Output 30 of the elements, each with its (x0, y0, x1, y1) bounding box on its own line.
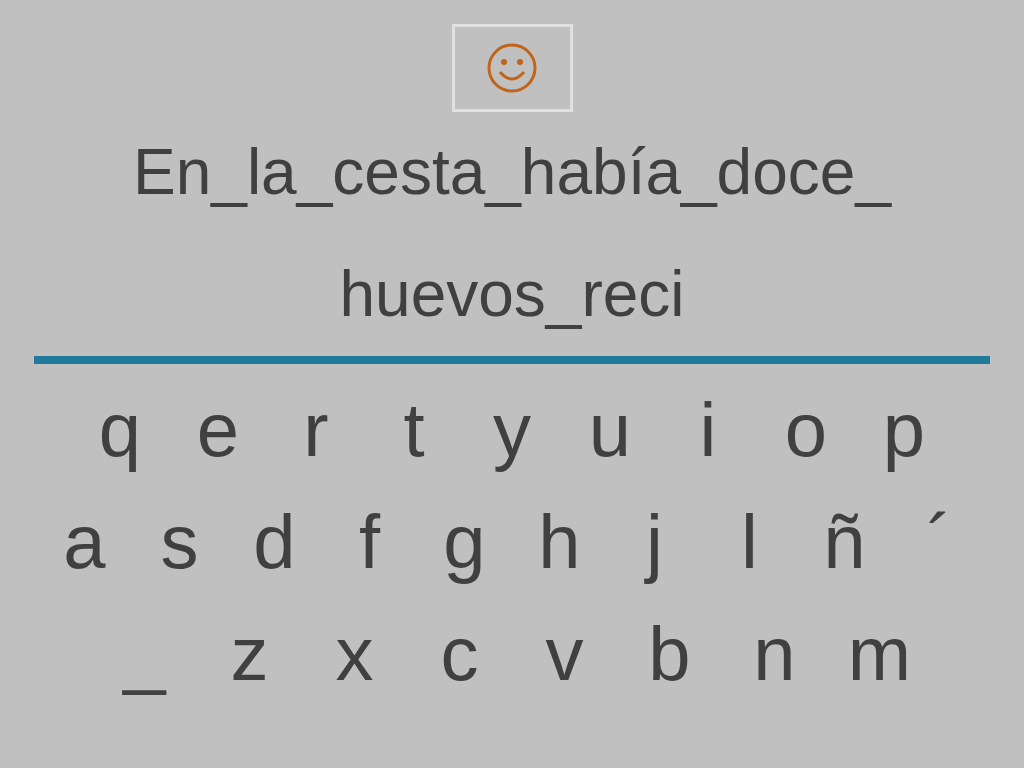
letter-key[interactable]: e (169, 374, 267, 486)
letter-key[interactable]: z (197, 598, 302, 710)
letter-key[interactable]: n (722, 598, 827, 710)
letter-key[interactable]: f (322, 486, 417, 598)
letter-key[interactable]: o (757, 374, 855, 486)
letter-key[interactable]: d (227, 486, 322, 598)
letter-key[interactable]: i (659, 374, 757, 486)
letter-key[interactable]: r (267, 374, 365, 486)
sentence-line: En_la_cesta_había_doce_ (133, 135, 891, 210)
letter-key[interactable]: q (71, 374, 169, 486)
smiley-icon (486, 42, 538, 94)
letter-key[interactable]: x (302, 598, 407, 710)
letter-key[interactable]: c (407, 598, 512, 710)
letter-key[interactable]: a (37, 486, 132, 598)
letter-key[interactable]: ´ (892, 486, 987, 598)
letter-key[interactable]: s (132, 486, 227, 598)
letter-key[interactable]: g (417, 486, 512, 598)
letter-key[interactable]: t (365, 374, 463, 486)
letter-key[interactable]: v (512, 598, 617, 710)
letter-key[interactable]: u (561, 374, 659, 486)
letter-key[interactable]: y (463, 374, 561, 486)
letter-key[interactable]: j (607, 486, 702, 598)
letter-key[interactable]: m (827, 598, 932, 710)
letter-key[interactable]: b (617, 598, 722, 710)
letter-key[interactable]: ñ (797, 486, 892, 598)
letter-key[interactable]: l (702, 486, 797, 598)
letter-key[interactable]: h (512, 486, 607, 598)
letter-key[interactable]: _ (92, 598, 197, 710)
letter-key[interactable]: p (855, 374, 953, 486)
sentence-line: huevos_reci (339, 257, 685, 332)
